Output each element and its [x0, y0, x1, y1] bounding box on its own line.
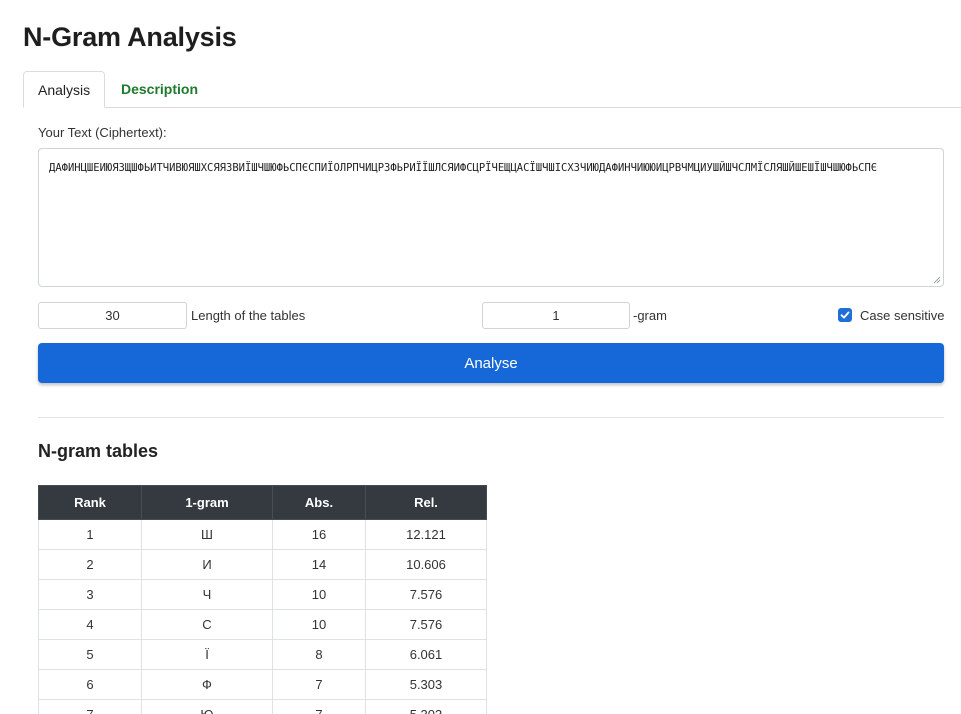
cell-rank: 7 [38, 699, 142, 714]
ciphertext-input[interactable]: ДАФИНЦШЕИЮЯЗЩШФЬИТЧИВЮЯШХСЯЯЗВИЇШЧШЮФЬСП… [38, 148, 944, 287]
table-row: 2 И 14 10.606 [38, 549, 487, 580]
cell-ngram: Ч [141, 579, 273, 610]
header-abs[interactable]: Abs. [272, 485, 366, 520]
cell-rel: 7.576 [365, 579, 487, 610]
table-row: 3 Ч 10 7.576 [38, 579, 487, 610]
tab-bar: Analysis Description [23, 71, 961, 108]
cell-abs: 8 [272, 639, 366, 670]
tab-analysis[interactable]: Analysis [23, 71, 105, 108]
section-divider [38, 417, 944, 418]
table-length-label: Length of the tables [191, 308, 306, 323]
cell-ngram: Ї [141, 639, 273, 670]
table-length-input[interactable] [38, 302, 187, 329]
ngram-size-input[interactable] [482, 302, 630, 329]
cell-abs: 14 [272, 549, 366, 580]
cell-rel: 10.606 [365, 549, 487, 580]
cell-rank: 3 [38, 579, 142, 610]
table-row: 6 Ф 7 5.303 [38, 669, 487, 700]
table-row: 4 С 10 7.576 [38, 609, 487, 640]
cell-rank: 6 [38, 669, 142, 700]
cell-rel: 5.303 [365, 669, 487, 700]
cell-ngram: Ю [141, 699, 273, 714]
case-sensitive-checkbox[interactable] [838, 308, 852, 322]
ngram-analysis-page: N-Gram Analysis Analysis Description You… [0, 0, 961, 714]
ngram-table: Rank 1-gram Abs. Rel. 1 Ш 16 12.121 2 И … [38, 485, 487, 714]
cell-rank: 4 [38, 609, 142, 640]
case-sensitive-label: Case sensitive [860, 307, 945, 323]
table-row: 1 Ш 16 12.121 [38, 519, 487, 550]
cell-ngram: Ш [141, 519, 273, 550]
cell-ngram: Ф [141, 669, 273, 700]
cell-rank: 5 [38, 639, 142, 670]
header-rank[interactable]: Rank [38, 485, 142, 520]
analyse-button[interactable]: Analyse [38, 343, 944, 383]
cell-ngram: С [141, 609, 273, 640]
table-row: 5 Ї 8 6.061 [38, 639, 487, 670]
cell-rank: 2 [38, 549, 142, 580]
page-title: N-Gram Analysis [23, 22, 237, 52]
case-sensitive-toggle[interactable]: Case sensitive [838, 307, 945, 323]
table-row: 7 Ю 7 5.303 [38, 699, 487, 714]
cell-abs: 10 [272, 579, 366, 610]
cell-rel: 7.576 [365, 609, 487, 640]
cell-abs: 7 [272, 669, 366, 700]
tab-description[interactable]: Description [107, 71, 212, 107]
header-ngram[interactable]: 1-gram [141, 485, 273, 520]
header-rel[interactable]: Rel. [365, 485, 487, 520]
cell-rel: 12.121 [365, 519, 487, 550]
check-icon [840, 311, 850, 319]
cell-abs: 16 [272, 519, 366, 550]
ngram-size-label: -gram [633, 308, 667, 323]
cell-rel: 6.061 [365, 639, 487, 670]
resize-grip-icon[interactable] [933, 276, 941, 284]
cell-rank: 1 [38, 519, 142, 550]
cell-rel: 5.303 [365, 699, 487, 714]
cell-abs: 7 [272, 699, 366, 714]
results-title: N-gram tables [38, 441, 159, 461]
table-header-row: Rank 1-gram Abs. Rel. [38, 485, 487, 520]
cell-abs: 10 [272, 609, 366, 640]
ciphertext-label: Your Text (Ciphertext): [38, 125, 167, 140]
cell-ngram: И [141, 549, 273, 580]
